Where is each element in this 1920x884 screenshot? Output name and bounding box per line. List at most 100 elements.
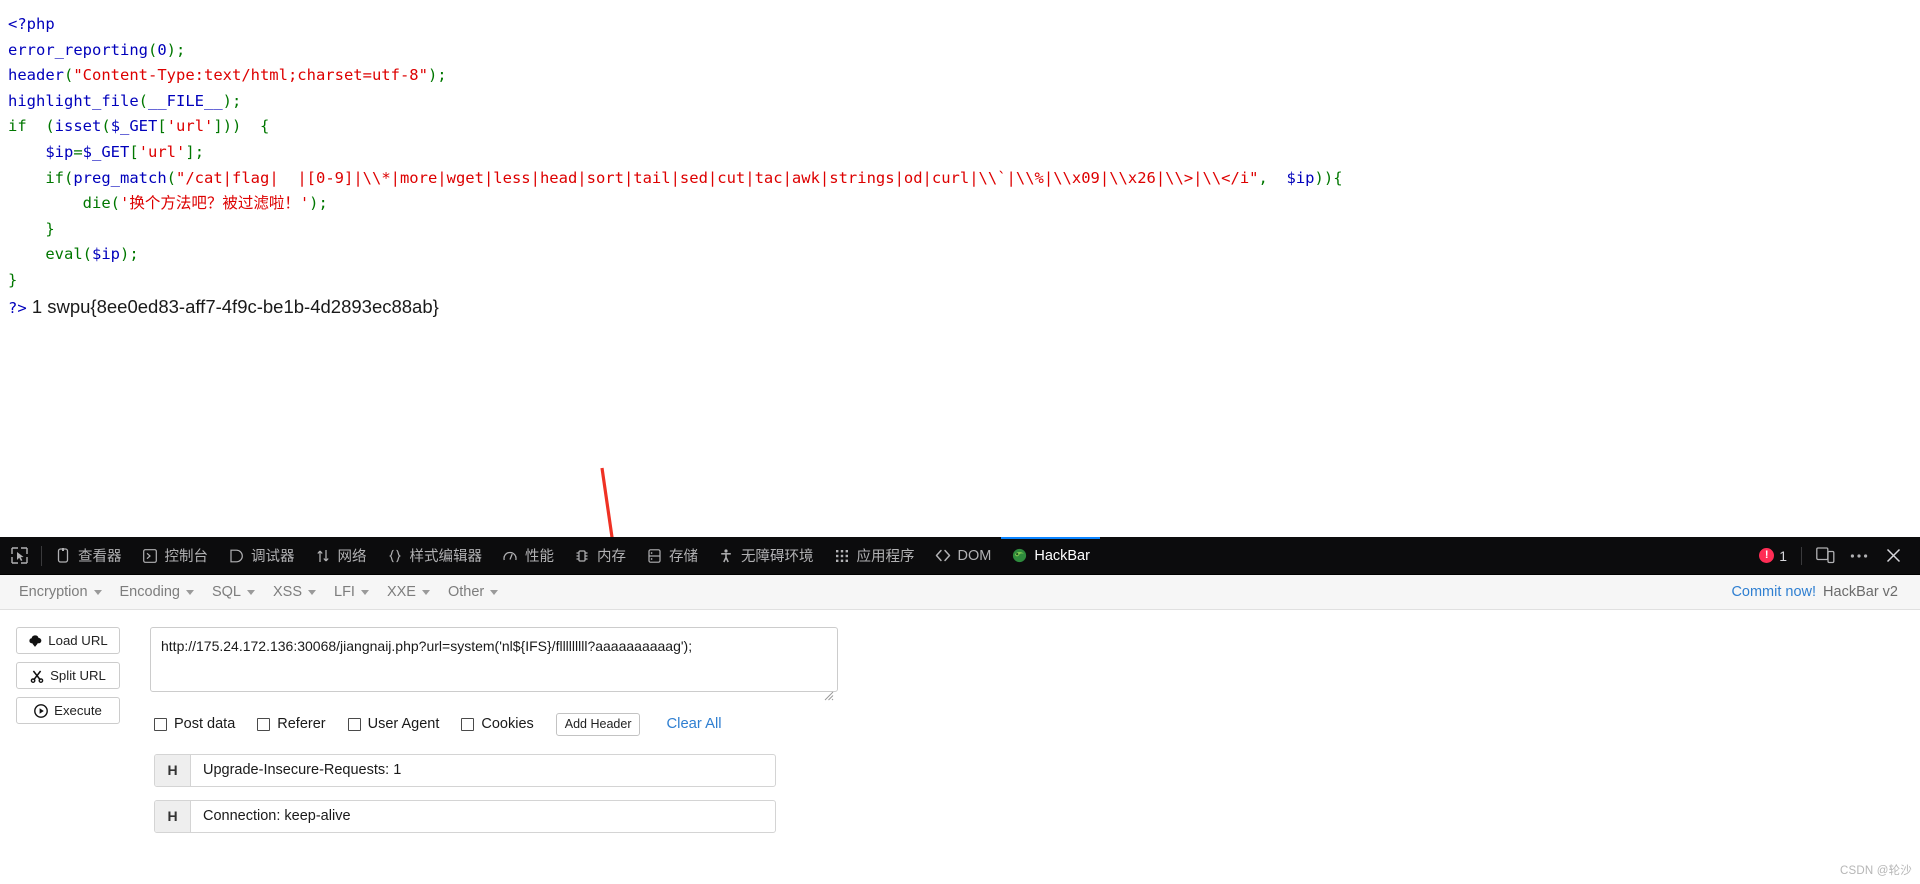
error-icon: ! [1759,548,1775,563]
responsive-design-mode-icon[interactable] [1810,541,1840,571]
close-devtools-icon[interactable] [1878,541,1908,571]
code-token: = [73,142,83,161]
code-token: $ip [92,245,120,264]
tab-hackbar[interactable]: HackBar [1001,536,1100,575]
menu-encoding[interactable]: Encoding [111,580,203,604]
code-token: 'url' [138,142,186,161]
code-token: die [82,194,111,213]
php-close-tag: ?> [8,299,27,317]
checkbox-label: User Agent [367,716,440,733]
code-token: ( [101,117,111,136]
tab-dom[interactable]: DOM [925,537,1002,575]
code-token: $_GET [82,142,130,161]
tab-accessibility[interactable]: 无障碍环境 [708,537,824,575]
execute-button[interactable]: Execute [16,697,120,724]
flag-output-line: ?> 1 swpu{8ee0ed83-aff7-4f9c-be1b-4d2893… [8,296,439,318]
code-token: } [8,270,18,289]
code-token: $ip [1286,168,1315,187]
hackbar-firefox-icon [1011,548,1027,564]
play-circle-icon [34,703,49,718]
code-line: if(preg_match("/cat|flag| |[0-9]|\\*|mor… [8,166,1920,192]
add-header-button[interactable]: Add Header [555,713,641,736]
code-token: )) [1314,168,1334,187]
storage-icon [646,548,662,564]
code-line: if (isset($_GET['url'])) { [8,114,1920,140]
checkbox-post-data[interactable]: Post data [154,716,235,732]
code-token: preg_match [73,168,167,187]
tab-memory[interactable]: 内存 [564,537,636,575]
chevron-down-icon [360,589,369,595]
code-line: header("Content-Type:text/html;charset=u… [8,63,1920,89]
checkbox-cookies[interactable]: Cookies [461,716,534,733]
split-url-button[interactable]: Split URL [16,662,120,689]
menu-encryption[interactable]: Encryption [10,580,111,604]
tab-label: DOM [957,547,992,564]
menu-label: SQL [211,584,241,600]
button-label: Load URL [48,633,108,648]
error-count-badge[interactable]: ! 1 [1753,548,1793,564]
style-editor-icon [387,548,403,564]
code-token: ) [222,91,232,110]
menu-xxe[interactable]: XXE [378,580,439,604]
code-token: __FILE__ [148,91,223,110]
menu-sql[interactable]: SQL [203,580,264,604]
tab-inspector[interactable]: 查看器 [45,537,132,575]
header-value[interactable]: Upgrade-Insecure-Requests: 1 [191,755,775,786]
tab-label: 无障碍环境 [741,549,814,565]
clear-all-link[interactable]: Clear All [666,716,721,732]
url-input[interactable] [150,627,838,692]
hackbar-body: Load URL Split URL Execute http://175.24… [0,610,1920,833]
tab-style-editor[interactable]: 样式编辑器 [377,537,493,575]
header-row[interactable]: H Connection: keep-alive [154,799,776,833]
tab-label: 存储 [669,549,698,565]
tab-storage[interactable]: 存储 [636,537,708,575]
checkbox-icon[interactable] [347,717,361,731]
code-token: , [1258,168,1287,187]
checkbox-referer[interactable]: Referer [257,716,326,732]
code-token: ( [166,168,177,187]
checkbox-user-agent[interactable]: User Agent [347,716,440,733]
inspector-icon [55,548,71,564]
menu-xss[interactable]: XSS [264,580,325,604]
tab-application[interactable]: 应用程序 [824,537,925,575]
code-token: eval [45,245,83,264]
code-token: $_GET [110,117,158,136]
code-token: } [8,219,55,238]
code-token: ) [427,66,438,85]
tab-network[interactable]: 网络 [305,537,377,575]
header-row[interactable]: H Upgrade-Insecure-Requests: 1 [154,753,776,787]
menu-lfi[interactable]: LFI [325,580,378,604]
tab-label: 性能 [525,549,554,565]
element-picker-icon[interactable] [0,537,38,575]
code-token: error_reporting [8,40,148,59]
screen-root: <?php error_reporting(0); header("Content-… [0,0,1920,884]
checkbox-icon[interactable] [257,717,271,731]
code-token: ( [26,117,55,136]
watermark-label: CSDN @轮沙 [1839,865,1912,877]
checkbox-label: Cookies [481,716,534,733]
tab-debugger[interactable]: 调试器 [218,537,305,575]
code-token: 0 [157,40,167,59]
checkbox-icon[interactable] [154,717,167,731]
scissors-icon [30,669,44,683]
more-options-icon[interactable] [1844,541,1874,571]
header-value[interactable]: Connection: keep-alive [191,801,775,832]
code-line: $ip=$_GET['url']; [8,140,1920,166]
menu-other[interactable]: Other [439,580,507,604]
code-token: ) [166,40,177,59]
chevron-down-icon [185,589,194,595]
code-token: ; [232,91,242,110]
header-type-tag: H [155,800,191,832]
commit-now-link[interactable]: Commit now! [1731,584,1816,600]
menu-label: XXE [386,584,416,600]
load-url-button[interactable]: Load URL [16,627,120,654]
console-icon [142,548,158,564]
tab-performance[interactable]: 性能 [492,537,564,575]
error-count: 1 [1779,547,1787,564]
toolbar-divider [41,545,42,566]
tab-console[interactable]: 控制台 [132,537,219,575]
checkbox-icon[interactable] [461,717,475,731]
cloud-download-icon [28,634,42,648]
